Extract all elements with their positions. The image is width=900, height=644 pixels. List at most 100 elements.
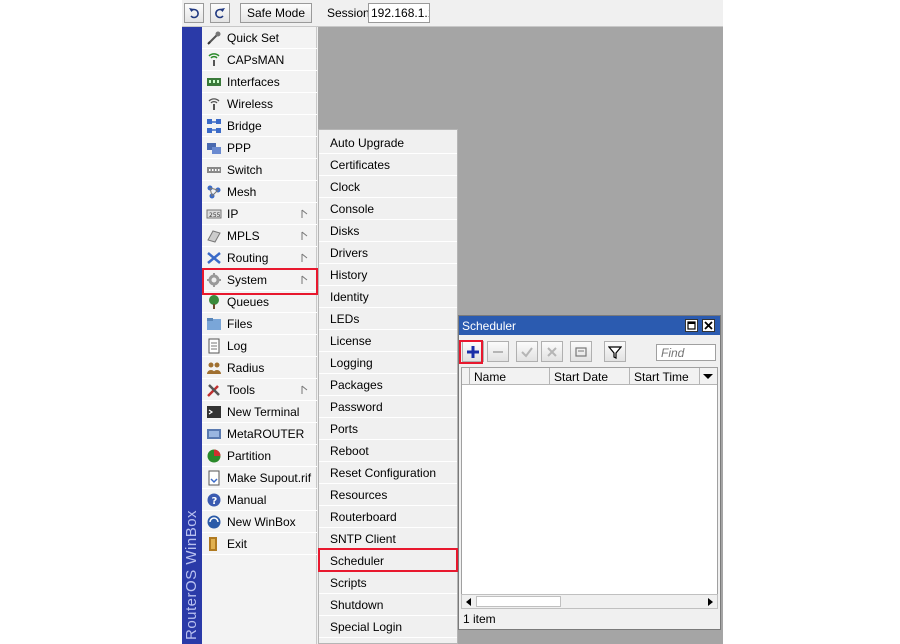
maximize-button[interactable]	[685, 319, 698, 332]
redo-icon	[215, 8, 225, 19]
submenu-item-scheduler[interactable]: Scheduler	[319, 550, 457, 572]
menu-item-log[interactable]: Log	[202, 335, 317, 357]
menu-item-capsman[interactable]: CAPsMAN	[202, 49, 317, 71]
submenu-item-reset-configuration[interactable]: Reset Configuration	[319, 462, 457, 484]
menu-item-ip[interactable]: 255 IP	[202, 203, 317, 225]
submenu-arrow-icon	[301, 208, 309, 218]
menu-item-label: New WinBox	[227, 514, 296, 529]
menu-item-queues[interactable]: Queues	[202, 291, 317, 313]
menu-item-mpls[interactable]: MPLS	[202, 225, 317, 247]
menu-item-bridge[interactable]: Bridge	[202, 115, 317, 137]
menu-item-tools[interactable]: Tools	[202, 379, 317, 401]
metarouter-icon	[206, 426, 222, 442]
menu-item-label: Radius	[227, 360, 265, 375]
comment-button[interactable]	[570, 341, 592, 362]
submenu-item-drivers[interactable]: Drivers	[319, 242, 457, 264]
menu-item-routing[interactable]: Routing	[202, 247, 317, 269]
add-button[interactable]	[462, 341, 484, 362]
minus-icon	[493, 350, 503, 353]
submenu-arrow-icon	[301, 384, 309, 394]
submenu-item-packages[interactable]: Packages	[319, 374, 457, 396]
column-start-date[interactable]: Start Date	[550, 368, 630, 385]
submenu-item-auto-upgrade[interactable]: Auto Upgrade	[319, 132, 457, 154]
quick-set-icon	[206, 30, 222, 46]
menu-item-label: Quick Set	[227, 30, 280, 45]
undo-icon	[189, 8, 199, 19]
table-header: Name Start Date Start Time	[462, 368, 717, 385]
menu-item-exit[interactable]: Exit	[202, 533, 317, 555]
submenu-item-routerboard[interactable]: Routerboard	[319, 506, 457, 528]
menu-item-label: System	[227, 272, 268, 287]
menu-item-new-winbox[interactable]: New WinBox	[202, 511, 317, 533]
menu-item-wireless[interactable]: Wireless	[202, 93, 317, 115]
disable-button[interactable]	[541, 341, 563, 362]
wireless-icon	[206, 96, 222, 112]
radius-icon	[206, 360, 222, 376]
remove-button[interactable]	[487, 341, 509, 362]
column-name[interactable]: Name	[470, 368, 550, 385]
menu-item-label: MetaROUTER	[227, 426, 305, 441]
enable-button[interactable]	[516, 341, 538, 362]
scroll-left-icon[interactable]	[464, 597, 474, 607]
menu-item-metarouter[interactable]: MetaROUTER	[202, 423, 317, 445]
submenu-item-ports[interactable]: Ports	[319, 418, 457, 440]
submenu-item-disks[interactable]: Disks	[319, 220, 457, 242]
menu-item-make-supout-rif[interactable]: Make Supout.rif	[202, 467, 317, 489]
menu-item-manual[interactable]: ? Manual	[202, 489, 317, 511]
scrollbar-thumb[interactable]	[476, 596, 561, 607]
menu-item-system[interactable]: System	[202, 269, 317, 291]
menu-item-radius[interactable]: Radius	[202, 357, 317, 379]
status-text: 1 item	[463, 612, 496, 626]
submenu-item-shutdown[interactable]: Shutdown	[319, 594, 457, 616]
menu-item-partition[interactable]: Partition	[202, 445, 317, 467]
cross-icon	[547, 346, 557, 357]
check-icon	[521, 346, 533, 358]
menu-item-label: IP	[227, 206, 239, 221]
submenu-item-certificates[interactable]: Certificates	[319, 154, 457, 176]
submenu-item-identity[interactable]: Identity	[319, 286, 457, 308]
submenu-item-history[interactable]: History	[319, 264, 457, 286]
winbox-window: Safe Mode Session: 192.168.1.1 RouterOS …	[182, 0, 723, 644]
ip-icon: 255	[206, 206, 222, 222]
mesh-icon	[206, 184, 222, 200]
submenu-item-password[interactable]: Password	[319, 396, 457, 418]
routing-icon	[206, 250, 222, 266]
submenu-item-console[interactable]: Console	[319, 198, 457, 220]
menu-item-new-terminal[interactable]: New Terminal	[202, 401, 317, 423]
menu-item-label: MPLS	[227, 228, 260, 243]
horizontal-scrollbar[interactable]	[461, 594, 718, 609]
submenu-item-sntp-client[interactable]: SNTP Client	[319, 528, 457, 550]
submenu-item-reboot[interactable]: Reboot	[319, 440, 457, 462]
submenu-item-resources[interactable]: Resources	[319, 484, 457, 506]
submenu-item-leds[interactable]: LEDs	[319, 308, 457, 330]
switch-icon	[206, 162, 222, 178]
close-button[interactable]	[702, 319, 715, 332]
menu-item-ppp[interactable]: PPP	[202, 137, 317, 159]
scheduler-title-bar[interactable]: Scheduler	[459, 316, 720, 335]
submenu-item-clock[interactable]: Clock	[319, 176, 457, 198]
menu-item-files[interactable]: Files	[202, 313, 317, 335]
menu-item-switch[interactable]: Switch	[202, 159, 317, 181]
scroll-right-icon[interactable]	[705, 597, 715, 607]
close-icon	[704, 321, 713, 330]
filter-button[interactable]	[604, 341, 626, 362]
submenu-item-special-login[interactable]: Special Login	[319, 616, 457, 638]
scheduler-table: Name Start Date Start Time	[461, 367, 718, 608]
submenu-item-license[interactable]: License	[319, 330, 457, 352]
menu-item-interfaces[interactable]: Interfaces	[202, 71, 317, 93]
redo-button[interactable]	[210, 3, 230, 23]
find-input[interactable]	[656, 344, 716, 361]
submenu-item-logging[interactable]: Logging	[319, 352, 457, 374]
menu-item-label: Wireless	[227, 96, 274, 111]
menu-item-quick-set[interactable]: Quick Set	[202, 27, 317, 49]
safe-mode-button[interactable]: Safe Mode	[240, 3, 312, 23]
session-field[interactable]: 192.168.1.1	[368, 3, 430, 23]
undo-button[interactable]	[184, 3, 204, 23]
capsman-icon	[206, 52, 222, 68]
column-start-time[interactable]: Start Time	[630, 368, 700, 385]
submenu-item-scripts[interactable]: Scripts	[319, 572, 457, 594]
column-chooser-button[interactable]	[700, 368, 717, 385]
menu-item-label: Queues	[227, 294, 270, 309]
system-gear-icon	[206, 272, 222, 288]
menu-item-mesh[interactable]: Mesh	[202, 181, 317, 203]
